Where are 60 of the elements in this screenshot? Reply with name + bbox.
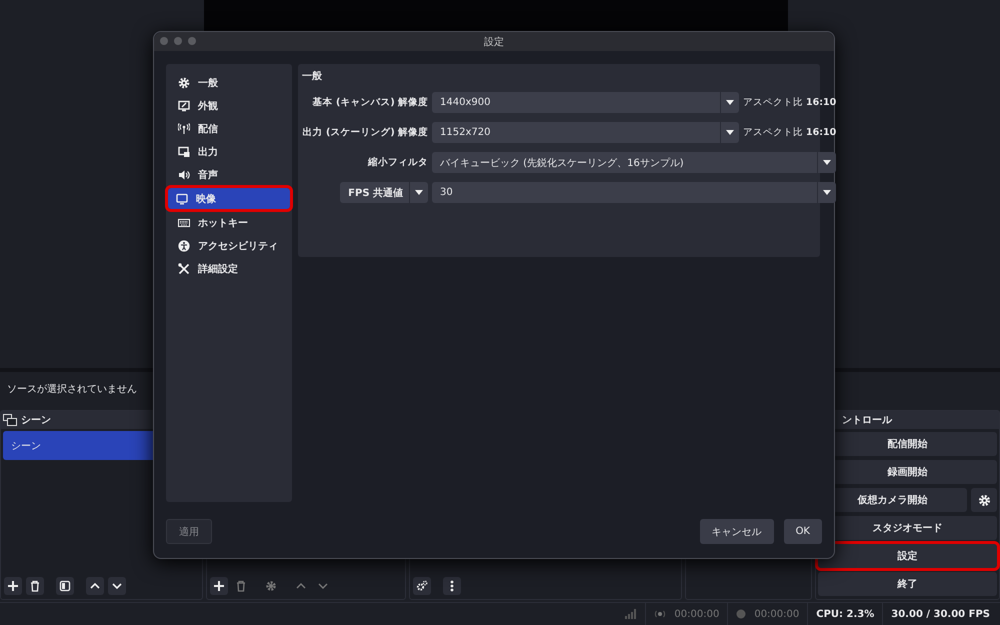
settings-icon[interactable]	[971, 488, 997, 512]
sidebar-item[interactable]: 配信	[168, 119, 290, 138]
apply-button[interactable]: 適用	[166, 519, 212, 544]
accessibility-icon	[178, 240, 190, 252]
caret-icon	[415, 190, 423, 195]
sidebar-item[interactable]: ホットキー	[168, 213, 290, 232]
field-label: 縮小フィルタ	[368, 156, 428, 169]
section-title: 一般	[301, 70, 323, 84]
speaker-icon	[178, 168, 190, 180]
window-title: 設定	[484, 36, 504, 48]
select-field[interactable]: 1152x720	[432, 122, 739, 143]
down-icon[interactable]	[108, 577, 126, 595]
keyboard-icon	[178, 216, 190, 228]
add-icon[interactable]	[4, 577, 22, 595]
sidebar-item[interactable]: 音声	[168, 165, 290, 184]
sidebar-item[interactable]: 一般	[168, 73, 290, 92]
tools-icon	[178, 262, 190, 274]
caret-icon	[823, 190, 832, 195]
signal-icon	[625, 609, 638, 619]
trash-icon[interactable]	[26, 577, 44, 595]
control-button[interactable]: 設定	[818, 544, 997, 568]
sidebar-item[interactable]: アクセシビリティ	[168, 236, 290, 255]
sidebar-item[interactable]: 詳細設定	[168, 259, 290, 278]
sidebar-item[interactable]: 出力	[168, 142, 290, 161]
screen-output-icon	[178, 146, 190, 158]
add-icon[interactable]	[210, 577, 228, 595]
aspect-ratio-label: アスペクト比 16:10	[743, 126, 836, 139]
controls-title: ントロール	[842, 414, 892, 427]
stream-icon	[654, 609, 666, 619]
scenes-title: シーン	[21, 414, 51, 427]
aspect-ratio-label: アスペクト比 16:10	[743, 96, 836, 109]
caret-icon	[726, 100, 734, 105]
no-source-label: ソースが選択されていません	[7, 383, 137, 396]
cancel-button[interactable]: キャンセル	[700, 519, 774, 544]
monitor-brush-icon	[178, 100, 190, 112]
scenes-icon	[3, 414, 17, 426]
record-time: 00:00:00	[754, 608, 800, 620]
select-field[interactable]: 1440x900	[432, 92, 739, 113]
field-label: 基本 (キャンバス) 解像度	[312, 96, 428, 109]
caret-icon	[823, 160, 832, 165]
select-field[interactable]: 30	[432, 182, 836, 203]
more-icon[interactable]	[443, 577, 461, 595]
record-icon	[736, 609, 746, 619]
antenna-icon	[178, 122, 190, 134]
stream-time: 00:00:00	[674, 608, 720, 620]
up-icon[interactable]	[86, 577, 104, 595]
cpu-usage: CPU: 2.3%	[816, 608, 874, 620]
settings-icon	[178, 76, 190, 88]
monitor-icon	[176, 192, 188, 204]
select-field[interactable]: バイキュービック (先鋭化スケーリング、16サンプル)	[432, 152, 836, 173]
filter-icon[interactable]	[56, 577, 74, 595]
fps-readout: 30.00 / 30.00 FPS	[891, 608, 990, 620]
ok-button[interactable]: OK	[784, 519, 822, 544]
control-button[interactable]: 終了	[818, 572, 997, 596]
caret-icon	[726, 130, 734, 135]
sidebar-item[interactable]: 映像	[168, 188, 290, 209]
sidebar-item[interactable]: 外観	[168, 96, 290, 115]
gears-icon[interactable]	[413, 577, 431, 595]
field-label: 出力 (スケーリング) 解像度	[302, 126, 428, 139]
fps-type-dropdown[interactable]: FPS 共通値	[340, 182, 428, 203]
